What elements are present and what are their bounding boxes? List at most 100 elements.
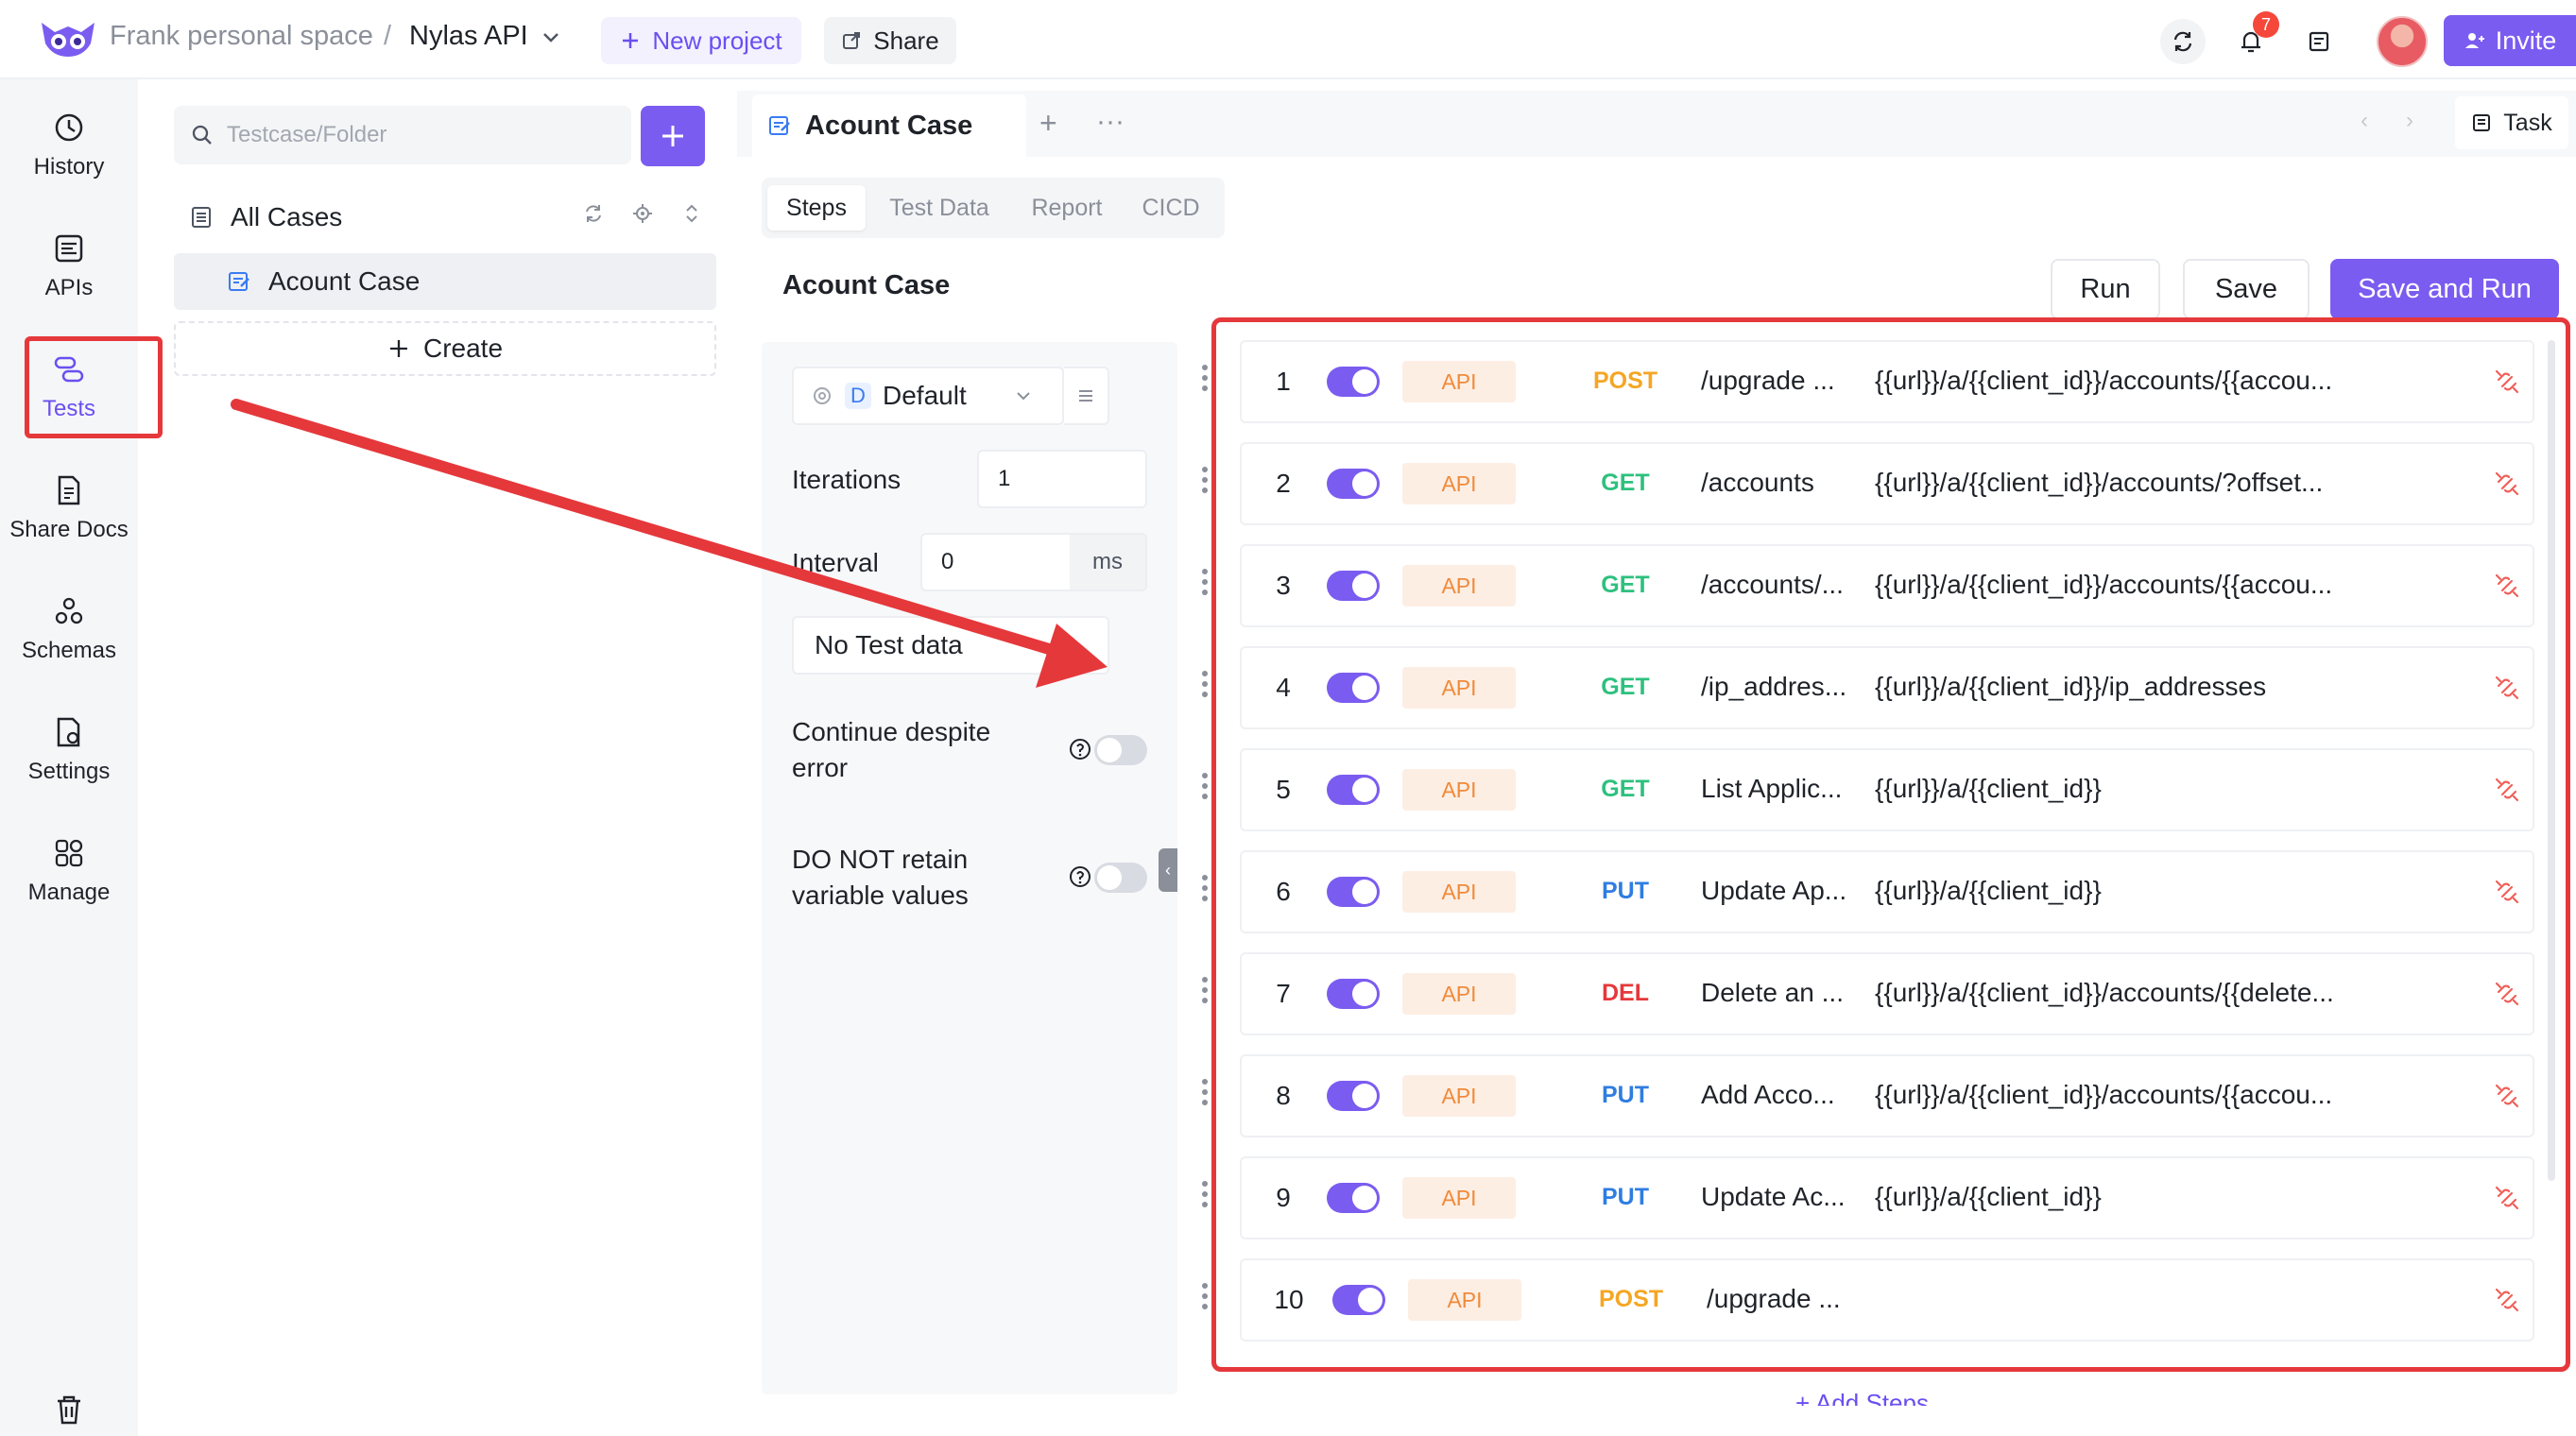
save-button[interactable]: Save — [2183, 259, 2310, 319]
drag-handle-icon[interactable] — [1200, 977, 1210, 1011]
rail-item-schemas[interactable]: Schemas — [0, 576, 138, 680]
environment-menu-button[interactable] — [1064, 367, 1109, 425]
unlink-icon[interactable] — [2493, 1184, 2521, 1212]
rail-item-history[interactable]: History — [0, 93, 138, 197]
unlink-icon[interactable] — [2493, 368, 2521, 396]
rail-item-settings[interactable]: Settings — [0, 697, 138, 801]
continue-error-toggle[interactable] — [1094, 735, 1147, 765]
locate-icon[interactable] — [631, 202, 654, 225]
step-url: {{url}}/a/{{client_id}} — [1875, 1182, 2102, 1211]
tab-steps[interactable]: Steps — [767, 185, 866, 231]
step-method: PUT — [1602, 1082, 1649, 1108]
step-enable-toggle[interactable] — [1327, 1081, 1380, 1111]
tab-acount-case[interactable]: Acount Case — [752, 94, 1026, 157]
drag-handle-icon[interactable] — [1200, 1283, 1210, 1317]
help-icon[interactable] — [1068, 737, 1092, 761]
tab-cicd[interactable]: CICD — [1128, 185, 1213, 231]
drag-handle-icon[interactable] — [1200, 467, 1210, 501]
left-rail: History APIs Tests Share Docs Schemas Se… — [0, 79, 138, 1436]
unlink-icon[interactable] — [2493, 776, 2521, 804]
unlink-icon[interactable] — [2493, 1286, 2521, 1314]
new-project-button[interactable]: New project — [601, 17, 801, 64]
trash-icon[interactable] — [50, 1391, 88, 1428]
drag-handle-icon[interactable] — [1200, 1181, 1210, 1215]
collapse-panel-handle[interactable]: ‹ — [1159, 848, 1177, 892]
folder-list-icon — [192, 207, 211, 228]
chevron-down-icon — [1041, 641, 1056, 650]
rail-item-apis[interactable]: APIs — [0, 214, 138, 317]
drag-handle-icon[interactable] — [1200, 1079, 1210, 1113]
step-method: PUT — [1602, 878, 1649, 904]
step-type-badge: API — [1402, 667, 1516, 709]
steps-scrollbar[interactable] — [2548, 340, 2555, 1181]
test-case-icon — [229, 272, 249, 291]
add-case-button[interactable] — [641, 106, 705, 166]
drag-handle-icon[interactable] — [1200, 875, 1210, 909]
step-method: GET — [1601, 572, 1650, 598]
document-list-icon[interactable] — [2296, 19, 2342, 64]
rail-item-manage[interactable]: Manage — [0, 818, 138, 922]
step-number: 2 — [1276, 469, 1291, 498]
create-button[interactable]: Create — [174, 321, 716, 376]
sync-icon[interactable] — [2160, 19, 2206, 64]
share-docs-icon — [58, 475, 80, 505]
tab-prev-icon[interactable]: ‹ — [2361, 108, 2368, 134]
step-enable-toggle[interactable] — [1327, 367, 1380, 397]
search-input[interactable] — [227, 122, 605, 148]
share-label: Share — [873, 26, 939, 55]
avatar[interactable] — [2377, 16, 2428, 67]
add-steps-button[interactable]: + Add Steps — [1795, 1389, 1929, 1406]
rail-item-share-docs[interactable]: Share Docs — [0, 455, 138, 559]
step-name: /accounts — [1701, 468, 1814, 497]
step-enable-toggle[interactable] — [1327, 775, 1380, 805]
invite-button[interactable]: Invite — [2444, 15, 2576, 66]
iterations-input[interactable]: 1 — [977, 450, 1147, 508]
unlink-icon[interactable] — [2493, 1082, 2521, 1110]
unlink-icon[interactable] — [2493, 470, 2521, 498]
add-user-icon — [2464, 33, 2484, 48]
step-enable-toggle[interactable] — [1327, 979, 1380, 1009]
drag-handle-icon[interactable] — [1200, 773, 1210, 807]
unlink-icon[interactable] — [2493, 878, 2521, 906]
testcase-search[interactable] — [174, 106, 631, 164]
interval-input[interactable]: 0 — [920, 533, 1072, 591]
tab-next-icon[interactable]: › — [2406, 108, 2413, 134]
save-and-run-button[interactable]: Save and Run — [2330, 259, 2559, 319]
add-tab-icon[interactable]: + — [1039, 106, 1057, 141]
tab-test-data[interactable]: Test Data — [875, 185, 1004, 231]
share-button[interactable]: Share — [824, 17, 956, 64]
unlink-icon[interactable] — [2493, 980, 2521, 1008]
step-name: /ip_addres... — [1701, 672, 1847, 701]
step-enable-toggle[interactable] — [1332, 1285, 1385, 1315]
tab-report[interactable]: Report — [1017, 185, 1117, 231]
test-data-select[interactable]: No Test data — [792, 616, 1109, 675]
drag-handle-icon[interactable] — [1200, 569, 1210, 603]
run-button[interactable]: Run — [2051, 259, 2160, 319]
step-enable-toggle[interactable] — [1327, 877, 1380, 907]
plus-icon — [662, 126, 683, 146]
retain-values-toggle[interactable] — [1094, 863, 1147, 893]
breadcrumb-space[interactable]: Frank personal space — [110, 21, 373, 52]
step-enable-toggle[interactable] — [1327, 673, 1380, 703]
drag-handle-icon[interactable] — [1200, 365, 1210, 399]
step-enable-toggle[interactable] — [1327, 469, 1380, 499]
step-enable-toggle[interactable] — [1327, 571, 1380, 601]
iterations-label: Iterations — [792, 465, 902, 494]
breadcrumb-project[interactable]: Nylas API — [409, 21, 528, 52]
more-icon[interactable]: ··· — [1096, 106, 1125, 138]
step-name: /upgrade ... — [1701, 366, 1835, 395]
refresh-icon[interactable] — [582, 202, 605, 225]
expand-collapse-icon[interactable] — [680, 202, 703, 225]
rail-label: History — [33, 154, 105, 180]
environment-select[interactable]: D Default — [792, 367, 1064, 425]
unlink-icon[interactable] — [2493, 674, 2521, 702]
all-cases-label: All Cases — [231, 202, 343, 231]
unlink-icon[interactable] — [2493, 572, 2521, 600]
chevron-down-icon[interactable] — [537, 23, 565, 51]
tree-item-acount-case[interactable]: Acount Case — [174, 253, 716, 310]
step-enable-toggle[interactable] — [1327, 1183, 1380, 1213]
tree-tools — [582, 202, 703, 225]
drag-handle-icon[interactable] — [1200, 671, 1210, 705]
help-icon[interactable] — [1068, 864, 1092, 889]
task-button[interactable]: Task — [2455, 96, 2568, 149]
